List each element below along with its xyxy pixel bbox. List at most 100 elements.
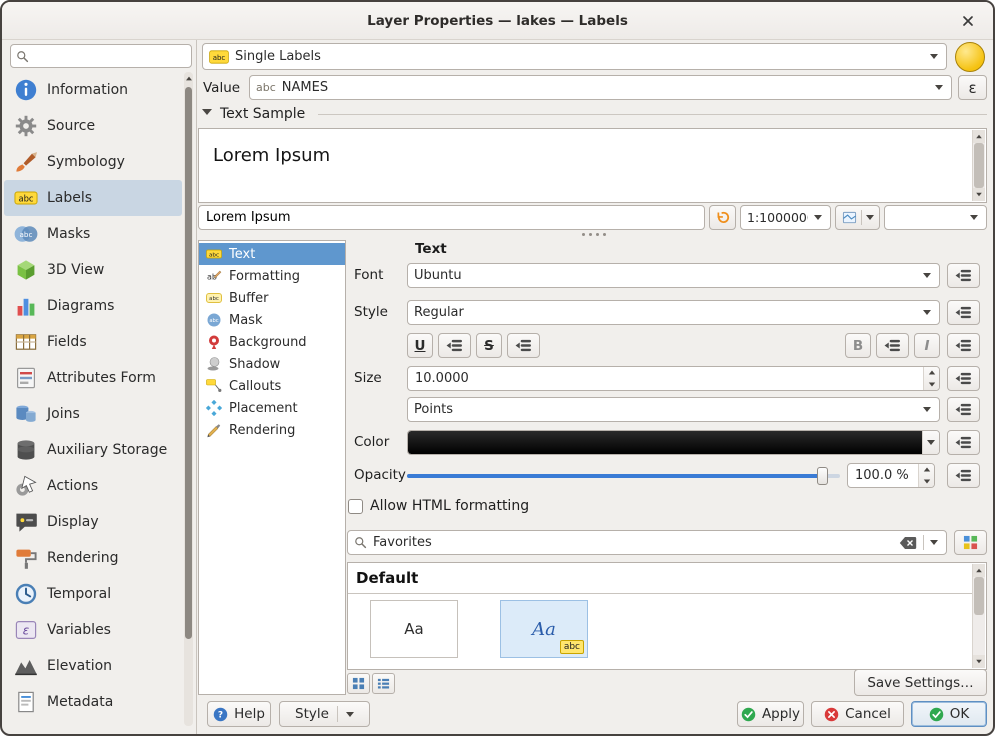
scroll-down-arrow[interactable] [973, 655, 985, 668]
style-menu-button[interactable]: Style [279, 701, 370, 727]
strikethrough-data-defined-button[interactable] [507, 333, 540, 358]
bold-button[interactable]: B [845, 333, 871, 358]
sidebar-item-temporal[interactable]: Temporal [4, 576, 182, 612]
icon-view-button[interactable] [347, 673, 370, 694]
style-tile-selected[interactable]: Aa abc [500, 600, 588, 658]
color-dropdown-arrow[interactable] [922, 431, 939, 454]
sidebar-item-elevation[interactable]: Elevation [4, 648, 182, 684]
value-field-combo[interactable]: abc NAMES [249, 75, 952, 100]
undo-icon [715, 210, 730, 225]
tab-mask[interactable]: abc Mask [199, 309, 345, 331]
sidebar-item-diagrams[interactable]: Diagrams [4, 288, 182, 324]
map-icon [842, 210, 857, 225]
tab-formatting[interactable]: ab Formatting [199, 265, 345, 287]
reset-sample-button[interactable] [709, 205, 736, 230]
sidebar-item-joins[interactable]: Joins [4, 396, 182, 432]
style-filter-combo[interactable]: Favorites [347, 530, 947, 555]
size-unit-combo[interactable]: Points [407, 397, 940, 422]
help-button[interactable]: ? Help [207, 701, 271, 727]
sidebar-item-variables[interactable]: ε Variables [4, 612, 182, 648]
tab-buffer[interactable]: abc Buffer [199, 287, 345, 309]
scroll-up-arrow[interactable] [184, 72, 193, 85]
sidebar-item-3d-view[interactable]: 3D View [4, 252, 182, 288]
italic-data-defined-button[interactable] [947, 333, 980, 358]
sidebar-item-rendering[interactable]: Rendering [4, 540, 182, 576]
preview-background-combo[interactable] [884, 205, 987, 230]
scroll-up-arrow[interactable] [973, 564, 985, 577]
sidebar-item-information[interactable]: Information [4, 72, 182, 108]
collapse-triangle-icon[interactable] [202, 109, 212, 115]
italic-button[interactable]: I [914, 333, 940, 358]
spin-up-arrow[interactable] [924, 367, 939, 379]
clear-filter-icon[interactable] [899, 536, 917, 550]
tab-callouts[interactable]: Callouts [199, 375, 345, 397]
tab-rendering[interactable]: Rendering [199, 419, 345, 441]
divider [337, 706, 338, 722]
tab-placement[interactable]: Placement [199, 397, 345, 419]
cancel-button[interactable]: Cancel [811, 701, 904, 727]
style-manager-button[interactable] [954, 530, 987, 555]
expression-builder-button[interactable]: ε [958, 75, 987, 100]
styles-scrollbar[interactable] [972, 564, 985, 668]
font-combo[interactable]: Ubuntu [407, 263, 940, 288]
font-style-combo[interactable]: Regular [407, 300, 940, 325]
preview-scale-combo[interactable]: 1:1000000 [740, 205, 831, 230]
underline-data-defined-button[interactable] [438, 333, 471, 358]
sidebar-item-masks[interactable]: abc Masks [4, 216, 182, 252]
tab-text[interactable]: abc Text [199, 243, 345, 265]
spin-down-arrow[interactable] [919, 476, 934, 488]
opacity-data-defined-button[interactable] [947, 463, 980, 488]
sidebar-item-fields[interactable]: Fields [4, 324, 182, 360]
sidebar-search-input[interactable] [34, 49, 186, 64]
apply-button[interactable]: Apply [737, 701, 804, 727]
tab-shadow[interactable]: Shadow [199, 353, 345, 375]
spin-down-arrow[interactable] [924, 379, 939, 391]
opacity-slider[interactable] [407, 463, 840, 488]
style-tile-default[interactable]: Aa [370, 600, 458, 658]
size-spinbox[interactable]: 10.0000 [407, 366, 940, 391]
sidebar-scrollbar[interactable] [184, 72, 193, 726]
text-color-button[interactable] [407, 430, 940, 455]
sidebar-item-actions[interactable]: Actions [4, 468, 182, 504]
size-data-defined-button[interactable] [947, 366, 980, 391]
data-defined-icon [514, 338, 533, 353]
map-scale-button[interactable] [835, 205, 880, 230]
sidebar-item-display[interactable]: Display [4, 504, 182, 540]
close-button[interactable] [956, 9, 980, 33]
sidebar-item-auxiliary-storage[interactable]: Auxiliary Storage [4, 432, 182, 468]
color-data-defined-button[interactable] [947, 430, 980, 455]
style-data-defined-button[interactable] [947, 300, 980, 325]
sample-text-input[interactable] [198, 205, 705, 230]
spin-up-arrow[interactable] [919, 464, 934, 476]
sidebar-item-labels[interactable]: abc Labels [4, 180, 182, 216]
slider-handle[interactable] [817, 467, 828, 485]
splitter-handle[interactable] [570, 230, 618, 238]
unit-data-defined-button[interactable] [947, 397, 980, 422]
label-mode-combo[interactable]: abc Single Labels [202, 43, 947, 70]
scrollbar-handle[interactable] [185, 87, 192, 639]
sidebar-search[interactable] [10, 44, 192, 68]
sidebar-item-attributes-form[interactable]: Attributes Form [4, 360, 182, 396]
scroll-down-arrow[interactable] [973, 188, 985, 201]
titlebar: Layer Properties — lakes — Labels [2, 2, 993, 40]
svg-text:abc: abc [18, 193, 33, 203]
bold-data-defined-button[interactable] [876, 333, 909, 358]
sidebar-item-symbology[interactable]: Symbology [4, 144, 182, 180]
tab-background[interactable]: Background [199, 331, 345, 353]
preview-scrollbar[interactable] [972, 130, 985, 201]
elevation-icon [14, 654, 38, 678]
scroll-up-arrow[interactable] [973, 130, 985, 143]
sidebar-item-metadata[interactable]: Metadata [4, 684, 182, 720]
size-unit-value: Points [414, 402, 917, 417]
underline-button[interactable]: U [407, 333, 433, 358]
allow-html-checkbox[interactable] [348, 499, 363, 514]
strikethrough-button[interactable]: S [476, 333, 502, 358]
list-view-button[interactable] [372, 673, 395, 694]
save-settings-button[interactable]: Save Settings… [854, 669, 987, 696]
opacity-spinbox[interactable]: 100.0 % [847, 463, 935, 488]
sidebar-item-source[interactable]: Source [4, 108, 182, 144]
chevron-down-icon [930, 540, 938, 545]
auto-placement-settings-button[interactable] [955, 42, 985, 72]
ok-button[interactable]: OK [911, 701, 987, 727]
font-data-defined-button[interactable] [947, 263, 980, 288]
